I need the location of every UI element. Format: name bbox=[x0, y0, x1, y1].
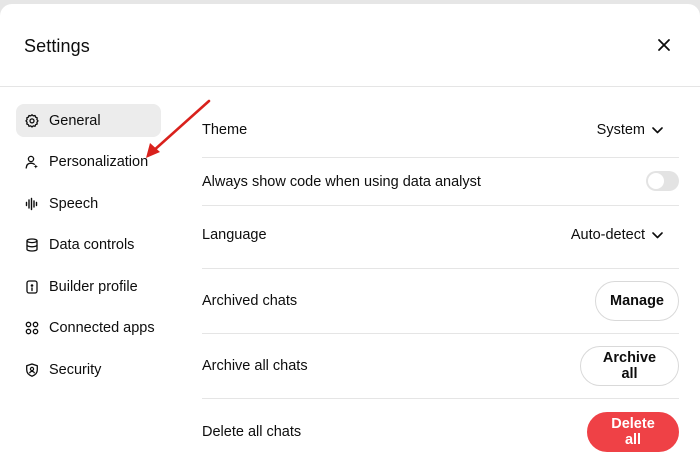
chevron-down-icon bbox=[652, 231, 663, 238]
code-toggle-switch[interactable] bbox=[646, 170, 679, 191]
theme-dropdown[interactable]: System bbox=[597, 122, 663, 138]
gear-icon bbox=[25, 113, 39, 128]
sidebar-item-speech[interactable]: Speech bbox=[16, 187, 161, 220]
dialog-title: Settings bbox=[24, 36, 90, 56]
archive-all-label: Archive all chats bbox=[202, 358, 308, 374]
sidebar-item-label: Speech bbox=[49, 195, 99, 212]
archive-all-row: Archive all chats Archive all bbox=[202, 334, 679, 399]
dialog-header: Settings bbox=[0, 4, 700, 87]
sidebar-item-personalization[interactable]: Personalization bbox=[16, 146, 161, 179]
sidebar-item-builder-profile[interactable]: Builder profile bbox=[16, 270, 161, 303]
delete-all-label: Delete all chats bbox=[202, 424, 302, 440]
language-dropdown[interactable]: Auto-detect bbox=[571, 227, 663, 243]
sidebar-item-label: Connected apps bbox=[49, 320, 155, 336]
language-value: Auto-detect bbox=[570, 227, 645, 243]
archive-all-button[interactable]: Archive all bbox=[580, 346, 679, 386]
manage-button[interactable]: Manage bbox=[595, 281, 679, 321]
close-icon bbox=[658, 39, 670, 51]
database-icon bbox=[25, 238, 39, 252]
theme-value: System bbox=[596, 122, 645, 138]
person-icon bbox=[25, 155, 39, 169]
settings-dialog: Settings General Personalization Speech … bbox=[0, 4, 700, 475]
sidebar-item-label: Builder profile bbox=[49, 278, 138, 295]
language-row: Language Auto-detect bbox=[202, 206, 679, 269]
sidebar-item-general[interactable]: General bbox=[16, 104, 161, 137]
apps-grid-icon bbox=[25, 321, 39, 335]
sidebar-item-label: Data controls bbox=[49, 237, 135, 253]
delete-all-row: Delete all chats Delete all bbox=[202, 399, 679, 465]
sidebar-item-label: General bbox=[49, 112, 101, 129]
waveform-icon bbox=[25, 197, 39, 211]
delete-all-button[interactable]: Delete all bbox=[587, 412, 679, 452]
shield-icon bbox=[25, 362, 39, 377]
code-toggle-label: Always show code when using data analyst bbox=[202, 173, 481, 190]
toggle-knob bbox=[648, 172, 664, 189]
settings-sidebar: General Personalization Speech Data cont… bbox=[16, 104, 161, 395]
sidebar-item-label: Security bbox=[49, 361, 102, 378]
chevron-down-icon bbox=[652, 126, 663, 133]
archived-chats-label: Archived chats bbox=[202, 293, 298, 309]
general-settings-panel: Theme System Always show code when using… bbox=[202, 103, 679, 465]
archived-chats-row: Archived chats Manage bbox=[202, 269, 679, 334]
sidebar-item-label: Personalization bbox=[49, 154, 149, 170]
sidebar-item-connected-apps[interactable]: Connected apps bbox=[16, 312, 161, 345]
language-label: Language bbox=[202, 227, 267, 243]
badge-icon bbox=[25, 279, 39, 294]
theme-label: Theme bbox=[202, 122, 248, 138]
sidebar-item-security[interactable]: Security bbox=[16, 353, 161, 386]
sidebar-item-data-controls[interactable]: Data controls bbox=[16, 229, 161, 262]
theme-row: Theme System bbox=[202, 103, 679, 158]
code-toggle-row: Always show code when using data analyst bbox=[202, 158, 679, 206]
close-button[interactable] bbox=[656, 37, 672, 53]
